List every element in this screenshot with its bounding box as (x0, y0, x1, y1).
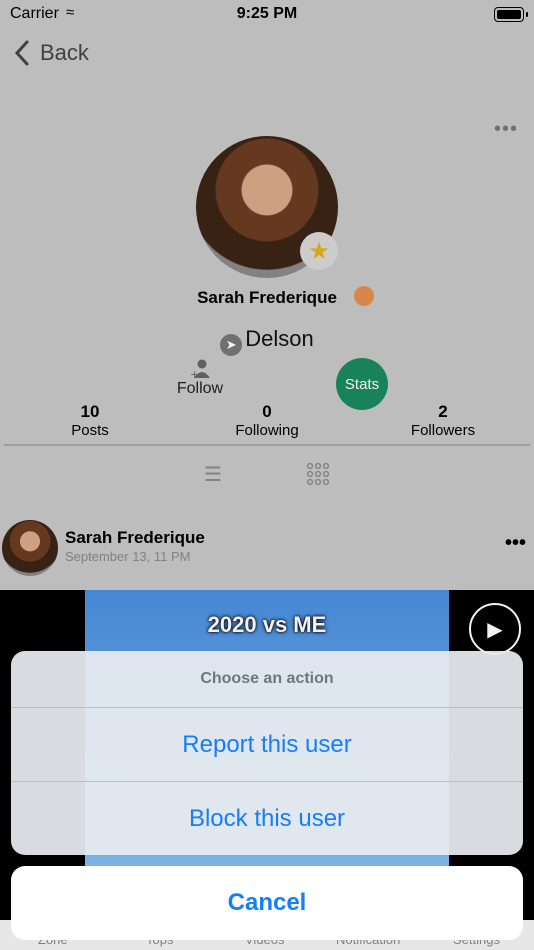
report-user-button[interactable]: Report this user (11, 708, 523, 781)
action-sheet-title: Choose an action (200, 670, 334, 687)
action-sheet: Choose an action Report this user Block … (11, 651, 523, 855)
cancel-button[interactable]: Cancel (11, 866, 523, 940)
block-user-button[interactable]: Block this user (11, 782, 523, 855)
